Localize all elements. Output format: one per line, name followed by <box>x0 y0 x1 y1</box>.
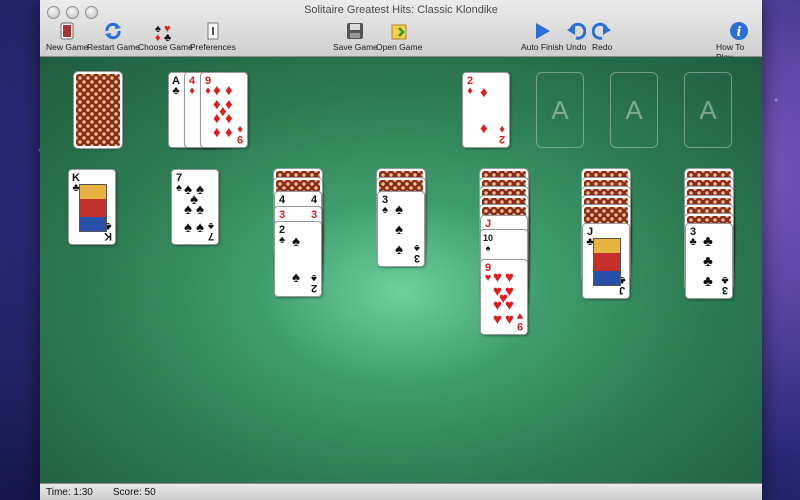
tableau-7-rank: 3 <box>689 226 697 238</box>
tableau-5-top-rank: 9 <box>484 262 492 274</box>
tableau-7-rank-bottom: 3 <box>721 284 729 296</box>
tableau-5-top-rank-bottom: 9 <box>516 320 524 332</box>
window-title: Solitaire Greatest Hits: Classic Klondik… <box>304 4 498 16</box>
redo-icon <box>592 20 612 42</box>
auto-finish-button[interactable]: Auto Finish <box>521 20 564 52</box>
info-icon: i <box>729 20 749 42</box>
svg-text:♣: ♣ <box>164 32 171 41</box>
preferences-label: Preferences <box>190 42 236 52</box>
foundation-1-rank: 2 <box>466 75 474 87</box>
restart-game-button[interactable]: Restart Game <box>87 20 140 52</box>
save-icon <box>346 20 364 42</box>
waste-top-rank-bottom: 9 <box>236 133 244 145</box>
auto-finish-label: Auto Finish <box>521 42 564 52</box>
foundation-2-slot[interactable]: A <box>536 72 584 148</box>
restart-game-label: Restart Game <box>87 42 140 52</box>
new-game-label: New Game <box>46 42 89 52</box>
tableau-5-10-rank: 10 <box>483 233 494 243</box>
svg-text:♦: ♦ <box>155 32 161 41</box>
save-game-label: Save Game <box>333 42 378 52</box>
toolbar: Solitaire Greatest Hits: Classic Klondik… <box>40 0 762 62</box>
waste-card-1-rank: A <box>172 75 180 87</box>
tableau-6-top-card[interactable]: J ♣ J ♣ <box>582 223 630 299</box>
tableau-4-top-card[interactable]: 3 ♠ 3 ♠ ♠ ♠ ♠ <box>377 191 425 267</box>
foundation-1-card[interactable]: 2 ♦ 2 ♦ ♦ ♦ <box>462 72 510 148</box>
open-game-label: Open Game <box>376 42 423 52</box>
foundation-3-slot[interactable]: A <box>610 72 658 148</box>
tableau-6-rank: J <box>586 226 594 238</box>
tableau-3-top-rank-bottom: 2 <box>310 282 318 294</box>
tableau-1-rank: K <box>72 172 80 184</box>
open-icon <box>390 20 408 42</box>
tableau-1-top-card[interactable]: K ♣ K ♣ <box>68 169 116 245</box>
choose-game-button[interactable]: ♠ ♥ ♦ ♣ Choose Game <box>138 20 193 52</box>
waste-top-rank: 9 <box>204 75 212 87</box>
game-table: A ♣ 4 ♦ 9 ♦ 9 ♦ ♦ ♦ ♦ ♦ ♦ ♦ ♦ ♦ ♦ 2 ♦ 2 ♦ ♦ ♦ A A … <box>40 57 762 484</box>
open-game-button[interactable]: Open Game <box>376 20 422 52</box>
tableau-3-card-4-rank: 4 <box>278 194 286 206</box>
tableau-3-top-rank: 2 <box>278 224 286 236</box>
choose-game-label: Choose Game <box>138 42 193 52</box>
preferences-button[interactable]: Preferences <box>190 20 236 52</box>
tableau-3-card-3-rank: 3 <box>278 209 286 221</box>
waste-card-2-rank: 4 <box>188 75 196 87</box>
how-to-play-button[interactable]: i How To Play <box>716 20 762 62</box>
undo-label: Undo <box>566 42 587 52</box>
tableau-3-top-card[interactable]: 2 ♠ 2 ♠ ♠ ♠ <box>274 221 322 297</box>
stock-pile[interactable] <box>73 71 123 149</box>
foundation-1-rank-bottom: 2 <box>498 133 506 145</box>
time-display: Time: 1:30 <box>46 486 93 498</box>
tableau-3-card-3-rank-right: 3 <box>310 209 318 221</box>
undo-icon <box>566 20 587 42</box>
preferences-icon <box>205 20 221 42</box>
foundation-4-slot[interactable]: A <box>684 72 732 148</box>
tableau-2-rank-bottom: 7 <box>207 230 215 242</box>
redo-label: Redo <box>592 42 613 52</box>
new-game-button[interactable]: New Game <box>46 20 89 52</box>
undo-button[interactable]: Undo <box>566 20 586 52</box>
tableau-2-top-card[interactable]: 7 ♠ 7 ♠ ♠ ♠ ♠ ♠ ♠ ♠ ♠ <box>171 169 219 245</box>
choose-game-icon: ♠ ♥ ♦ ♣ <box>154 20 176 42</box>
tableau-5-top-card[interactable]: 9 ♥ 9 ♥ ♥ ♥ ♥ ♥ ♥ ♥ ♥ ♥ ♥ <box>480 259 528 335</box>
tableau-2-rank: 7 <box>175 172 183 184</box>
tableau-4-rank: 3 <box>381 194 389 206</box>
waste-top-card[interactable]: 9 ♦ 9 ♦ ♦ ♦ ♦ ♦ ♦ ♦ ♦ ♦ ♦ <box>200 72 248 148</box>
tableau-7-top-card[interactable]: 3 ♣ 3 ♣ ♣ ♣ ♣ <box>685 223 733 299</box>
save-game-button[interactable]: Save Game <box>333 20 378 52</box>
svg-text:i: i <box>737 25 742 40</box>
app-window: Solitaire Greatest Hits: Classic Klondik… <box>40 0 762 500</box>
redo-button[interactable]: Redo <box>592 20 612 52</box>
play-icon <box>533 20 551 42</box>
restart-icon <box>103 20 123 42</box>
tableau-3-card-4-rank-right: 4 <box>310 194 318 206</box>
new-game-icon <box>58 20 76 42</box>
score-display: Score: 50 <box>112 486 156 498</box>
status-bar: Time: 1:30 Score: 50 <box>40 483 762 500</box>
tableau-4-rank-bottom: 3 <box>413 252 421 264</box>
